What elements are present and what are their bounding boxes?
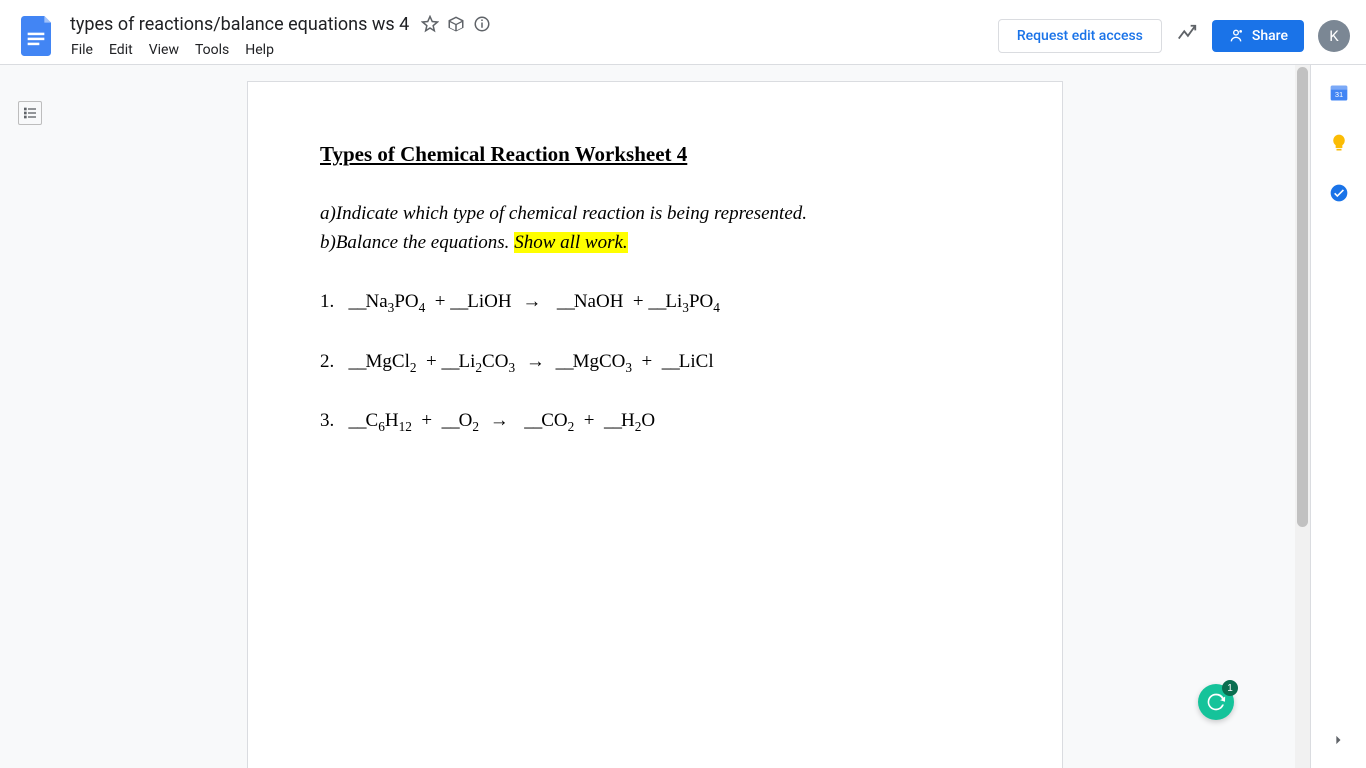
tasks-icon[interactable] [1329, 183, 1349, 203]
equation-list: 1. __Na3PO4 + __LiOH → __NaOH + __Li3PO4… [320, 288, 990, 437]
docs-home-icon[interactable] [16, 16, 56, 56]
menu-edit[interactable]: Edit [102, 40, 140, 60]
scrollbar-thumb[interactable] [1297, 67, 1308, 527]
share-button[interactable]: Share [1212, 20, 1304, 52]
menu-file[interactable]: File [64, 40, 100, 60]
title-area: types of reactions/balance equations ws … [64, 10, 998, 62]
equation-1: 1. __Na3PO4 + __LiOH → __NaOH + __Li3PO4 [320, 288, 990, 318]
editor-workspace: Types of Chemical Reaction Worksheet 4 a… [0, 65, 1310, 768]
calendar-icon[interactable]: 31 [1329, 83, 1349, 103]
menu-help[interactable]: Help [238, 40, 281, 60]
grammarly-widget[interactable]: 1 [1198, 684, 1234, 720]
worksheet-title: Types of Chemical Reaction Worksheet 4 [320, 142, 990, 167]
vertical-scrollbar[interactable] [1295, 65, 1310, 768]
activity-icon[interactable] [1176, 23, 1198, 49]
account-avatar[interactable]: K [1318, 20, 1350, 52]
equation-2: 2. __MgCl2 + __Li2CO3 → __MgCO3 + __LiCl [320, 348, 990, 378]
side-panel: 31 [1310, 65, 1366, 768]
side-panel-expand-icon[interactable] [1328, 730, 1348, 754]
request-edit-access-button[interactable]: Request edit access [998, 19, 1162, 53]
menu-view[interactable]: View [142, 40, 186, 60]
grammarly-badge: 1 [1222, 680, 1238, 696]
document-page: Types of Chemical Reaction Worksheet 4 a… [247, 81, 1063, 768]
instruction-b: b)Balance the equations. Show all work. [320, 228, 990, 257]
svg-text:31: 31 [1334, 90, 1342, 99]
star-icon[interactable] [421, 15, 439, 33]
instruction-a: a)Indicate which type of chemical reacti… [320, 199, 990, 228]
app-header: types of reactions/balance equations ws … [0, 0, 1366, 64]
move-icon[interactable] [447, 15, 465, 33]
keep-icon[interactable] [1329, 133, 1349, 153]
info-icon[interactable] [473, 15, 491, 33]
share-label: Share [1252, 28, 1288, 44]
page-scroll-area[interactable]: Types of Chemical Reaction Worksheet 4 a… [0, 65, 1310, 768]
equation-3: 3. __C6H12 + __O2 → __CO2 + __H2O [320, 407, 990, 437]
menu-tools[interactable]: Tools [188, 40, 236, 60]
highlighted-text: Show all work. [514, 232, 627, 253]
document-title[interactable]: types of reactions/balance equations ws … [64, 12, 415, 37]
menu-bar: File Edit View Tools Help [64, 38, 998, 62]
